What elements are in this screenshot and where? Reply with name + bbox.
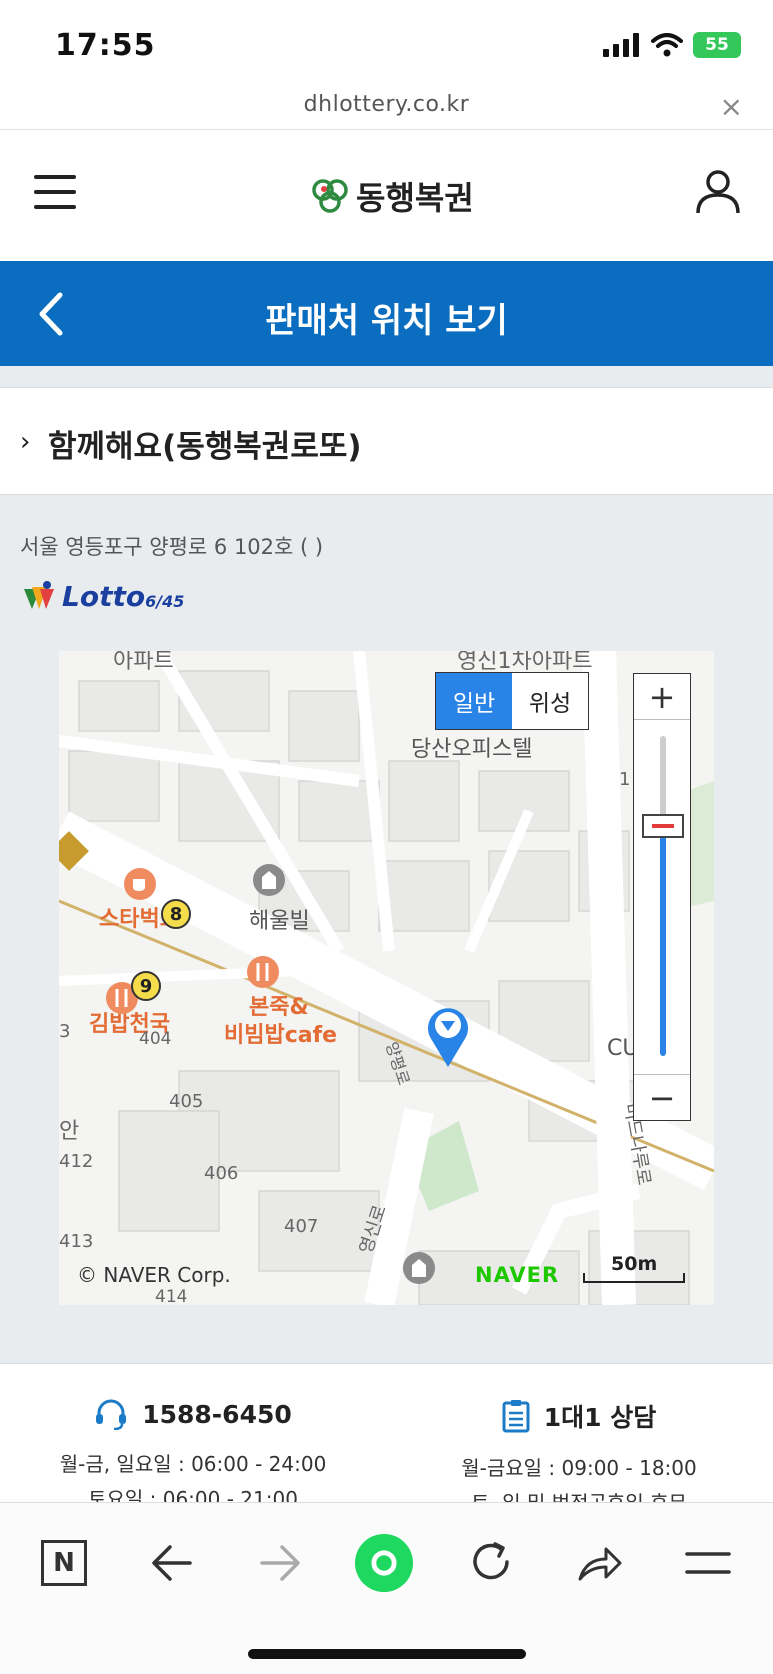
- naver-logo[interactable]: NAVER: [475, 1263, 559, 1287]
- battery-level: 55: [705, 35, 729, 55]
- map-label-412: 412: [59, 1151, 94, 1172]
- share-button[interactable]: [570, 1533, 630, 1593]
- store-address: 서울 영등포구 양평로 6 102호 ( ): [20, 535, 324, 559]
- green-dot-icon: [354, 1533, 414, 1593]
- title-bar: 판매처 위치 보기: [0, 261, 773, 366]
- customer-service-footer: 1588-6450 월-금, 일요일 : 06:00 - 24:00 토요일 :…: [0, 1363, 773, 1503]
- zoom-out-button[interactable]: −: [634, 1074, 690, 1120]
- forward-button[interactable]: [250, 1533, 310, 1593]
- map-label-406: 406: [204, 1163, 239, 1184]
- store-detail: 서울 영등포구 양평로 6 102호 ( ) Lotto 6/45 아파트 영신…: [0, 495, 773, 1363]
- location-marker-icon[interactable]: [425, 1003, 471, 1069]
- building-icon: [253, 864, 285, 896]
- status-bar: 17:55 55: [0, 0, 773, 90]
- map-type-toggle: 일반 위성: [435, 672, 589, 730]
- refresh-button[interactable]: [462, 1533, 522, 1593]
- chevron-right-icon: ›: [20, 427, 31, 457]
- map-label-bonjuk-cafe: 비빔밥cafe: [224, 1023, 338, 1048]
- map-label-413: 413: [59, 1231, 94, 1252]
- map-scale-text: 50m: [611, 1253, 658, 1275]
- n-label: N: [41, 1540, 87, 1586]
- url-bar[interactable]: dhlottery.co.kr ×: [0, 88, 773, 130]
- map-scale: 50m: [583, 1253, 685, 1285]
- url-text[interactable]: dhlottery.co.kr: [0, 92, 773, 117]
- map-label-404: 404: [139, 1029, 172, 1049]
- headset-icon: [96, 1399, 127, 1430]
- hamburger-menu-icon[interactable]: [34, 175, 76, 211]
- home-indicator[interactable]: [248, 1649, 526, 1659]
- map-label-1: 1: [619, 769, 631, 790]
- arrow-right-icon: [260, 1545, 300, 1581]
- phone-number[interactable]: 1588-6450: [142, 1400, 292, 1429]
- subway-exit-9[interactable]: 9: [131, 971, 161, 1001]
- map-label-apartment: 아파트: [113, 651, 174, 674]
- lotto-text: Lotto: [62, 579, 146, 613]
- store-map[interactable]: 아파트 영신1차아파트 당산오피스텔 해울빌 스타벅스 김밥천국 본죽& 비빔밥…: [59, 651, 714, 1305]
- consult-closed-days: 토, 일 및 법정공휴일 휴무: [471, 1491, 687, 1503]
- status-time: 17:55: [55, 28, 156, 63]
- one-on-one-consult: 1대1 상담 월-금요일 : 09:00 - 18:00 토, 일 및 법정공휴…: [386, 1398, 772, 1503]
- green-dot-button[interactable]: [354, 1533, 414, 1593]
- naver-home-button[interactable]: N: [34, 1533, 94, 1593]
- zoom-in-button[interactable]: +: [634, 674, 690, 720]
- map-copyright: © NAVER Corp.: [77, 1263, 231, 1287]
- store-name: 함께해요(동행복권로또): [48, 429, 362, 465]
- browser-toolbar: N: [0, 1502, 773, 1674]
- menu-button[interactable]: [678, 1533, 738, 1593]
- map-label-407: 407: [284, 1216, 319, 1237]
- signal-icon: [603, 33, 639, 57]
- arrow-left-icon: [152, 1545, 192, 1581]
- logo-text: 동행복권: [356, 179, 474, 217]
- dhlottery-logo[interactable]: 동행복권: [310, 173, 474, 219]
- map-label-405: 405: [169, 1091, 204, 1112]
- page-title: 판매처 위치 보기: [265, 301, 508, 341]
- map-type-normal-button[interactable]: 일반: [436, 673, 512, 729]
- building-icon-2: [403, 1252, 435, 1284]
- divider: [0, 366, 773, 388]
- consult-hours-weekday: 월-금요일 : 09:00 - 18:00: [461, 1456, 697, 1480]
- subway-exit-8[interactable]: 8: [161, 899, 191, 929]
- zoom-track-fill: [660, 834, 666, 1056]
- close-icon[interactable]: ×: [720, 90, 743, 123]
- phone-hours-weekday: 월-금, 일요일 : 06:00 - 24:00: [59, 1452, 327, 1476]
- app-header: 동행복권: [0, 131, 773, 261]
- map-label-414: 414: [155, 1287, 188, 1305]
- lotto-logo: Lotto 6/45: [20, 579, 184, 613]
- user-icon[interactable]: [695, 167, 741, 215]
- status-icons: 55: [603, 32, 741, 58]
- wifi-icon: [651, 33, 683, 57]
- lotto-sub: 6/45: [145, 591, 185, 611]
- zoom-control: + −: [633, 673, 691, 1121]
- map-label-an: 안: [59, 1119, 80, 1144]
- map-type-satellite-button[interactable]: 위성: [512, 673, 588, 729]
- phone-support: 1588-6450 월-금, 일요일 : 06:00 - 24:00 토요일 :…: [0, 1398, 386, 1504]
- phone-hours-saturday: 토요일 : 06:00 - 21:00: [88, 1487, 298, 1503]
- map-scale-bar: [583, 1273, 685, 1283]
- battery-icon: 55: [693, 32, 741, 58]
- clover-logo-icon: [312, 179, 348, 213]
- map-label-dangsan-officetel: 당산오피스텔: [411, 737, 533, 762]
- menu-icon: [685, 1552, 731, 1574]
- zoom-slider-handle[interactable]: [642, 814, 684, 838]
- lotto-balloon-icon: [24, 581, 54, 609]
- cafe-icon: [124, 868, 156, 900]
- restaurant-icon: [247, 956, 279, 988]
- map-label-haeulvil: 해울빌: [249, 909, 310, 934]
- back-button[interactable]: [142, 1533, 202, 1593]
- map-label-3: 3: [59, 1021, 71, 1042]
- store-name-row[interactable]: › 함께해요(동행복권로또): [0, 389, 773, 495]
- refresh-icon: [473, 1542, 509, 1580]
- clipboard-icon: [502, 1400, 530, 1433]
- consult-title[interactable]: 1대1 상담: [544, 1398, 657, 1434]
- share-icon: [578, 1547, 622, 1581]
